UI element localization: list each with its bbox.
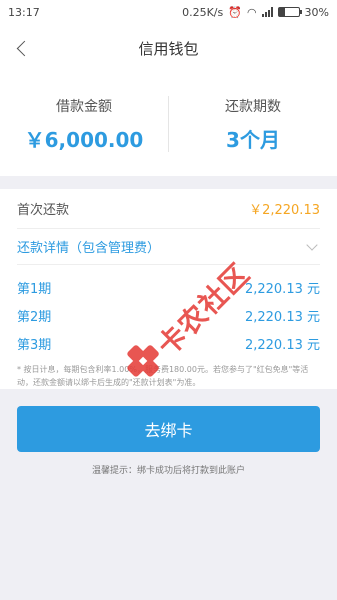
first-repayment-amount: ￥2,220.13 [249,203,320,218]
wifi-icon: ◠ [246,5,257,19]
period-amount: 2,220.13 元 [244,309,320,325]
period-amount: 2,220.13 元 [244,281,320,297]
interest-note: * 按日计息，每期包含利率1.00%，服务费180.00元。若您参与了"红包免息… [17,365,309,387]
repayment-detail-toggle[interactable]: 还款详情（包含管理费） [17,229,320,265]
repayment-detail-label: 还款详情（包含管理费） [17,241,161,256]
back-button[interactable] [8,34,36,62]
repay-period-block: 还款期数 3个月 [169,96,337,153]
status-bar: 13:17 0.25K/s ⏰ ◠ 30% [0,0,337,24]
period-label: 第2期 [17,309,52,325]
period-row: 第3期 2,220.13 元 [17,329,320,357]
first-repayment-row: 首次还款 ￥2,220.13 [17,189,320,229]
period-list: 第1期 2,220.13 元 第2期 2,220.13 元 第3期 2,220.… [17,265,320,357]
page-title: 信用钱包 [138,39,199,58]
loan-amount-block: 借款金额 ￥6,000.00 [0,96,168,153]
period-label: 第3期 [17,337,52,353]
network-speed: 0.25K/s [182,5,224,19]
first-repayment-label: 首次还款 [17,203,70,218]
loan-amount-label: 借款金额 [56,98,112,115]
alarm-icon: ⏰ [228,5,242,19]
status-icons: 0.25K/s ⏰ ◠ 30% [182,6,329,19]
reminder-tip: 温馨提示：绑卡成功后将打款到此账户 [91,466,245,476]
status-time: 13:17 [8,5,40,19]
battery-percent: 30% [304,5,329,19]
repay-period-label: 还款期数 [225,98,281,115]
period-label: 第1期 [17,281,52,297]
nav-bar: 信用钱包 [0,24,337,72]
battery-icon [277,7,302,17]
period-amount: 2,220.13 元 [244,337,320,353]
chevron-left-icon[interactable] [16,40,33,56]
chevron-down-icon[interactable] [306,238,318,251]
repay-period-value: 3个月 [226,127,280,152]
repayment-details: 首次还款 ￥2,220.13 还款详情（包含管理费） 第1期 2,220.13 … [0,189,337,389]
loan-amount-value: ￥6,000.00 [24,127,144,152]
period-row: 第2期 2,220.13 元 [17,301,320,329]
loan-summary: 借款金额 ￥6,000.00 还款期数 3个月 [0,72,337,176]
bind-card-button[interactable]: 去绑卡 [17,406,320,452]
period-row: 第1期 2,220.13 元 [17,273,320,301]
signal-icon [261,7,273,17]
